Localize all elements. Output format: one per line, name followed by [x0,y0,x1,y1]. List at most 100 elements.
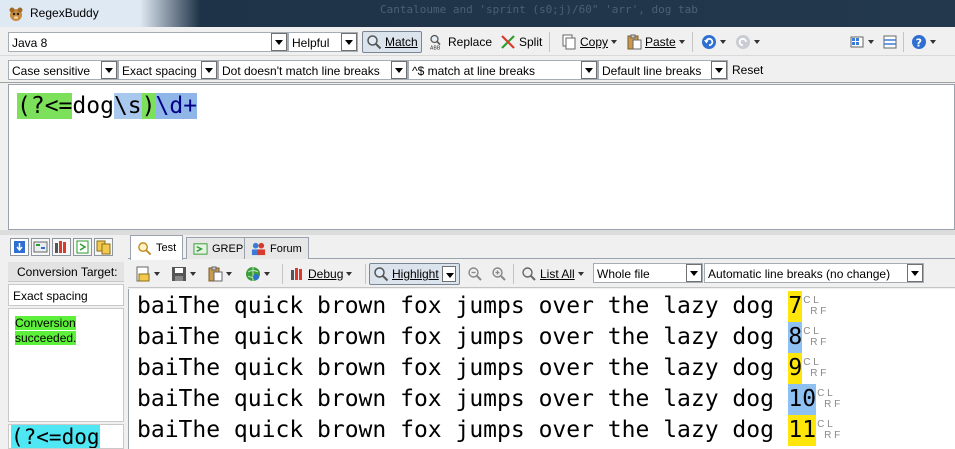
paste-icon [208,266,223,282]
flavor-dropdown-button[interactable] [271,33,287,51]
scope-select[interactable]: Whole file [593,263,703,283]
tab-test[interactable]: Test [130,235,184,260]
help-button[interactable]: ? [908,31,939,53]
line-break-marker-bottom: R F [824,430,841,441]
dot-select[interactable]: Dot doesn't match line breaks [218,60,408,80]
redo-dropdown-icon[interactable] [754,40,760,44]
save-dropdown-icon[interactable] [190,272,196,276]
help-dropdown-icon[interactable] [930,40,936,44]
mode-select[interactable]: Helpful [288,32,358,52]
spacing-value: Exact spacing [122,64,197,78]
line-breaks-select[interactable]: Default line breaks [598,60,728,80]
line-break-marker-top: C L [817,388,833,399]
regex-digit-token: \d+ [155,93,198,119]
new-test-button[interactable] [132,263,163,285]
web-test-button[interactable] [242,263,273,285]
reset-label: Reset [732,63,764,77]
flavor-select[interactable]: Java 8 [8,32,288,52]
paste-icon [627,34,642,50]
converted-regex[interactable]: (?<=dog [8,424,124,449]
test-subject-editor[interactable]: baiThe quick brown fox jumps over the la… [128,289,955,449]
anchors-dropdown-button[interactable] [581,61,597,79]
debug-dropdown-icon[interactable] [346,272,353,276]
regex-editor[interactable]: (?<=dog\s)\d+ [8,84,955,230]
save-test-button[interactable] [168,263,199,285]
view-dropdown-icon[interactable] [868,40,874,44]
convert-icon [96,240,111,255]
highlight-button[interactable]: Highlight [369,263,460,285]
match-button[interactable]: Match [362,31,422,53]
converted-regex-text: (?<=dog [11,425,100,449]
test-toolbar: Debug Highlight List All Whole file Auto… [128,260,955,288]
side-tab-library[interactable] [52,238,71,256]
case-dropdown-button[interactable] [101,61,117,79]
redo-button[interactable] [732,31,763,53]
line-break-marker-top: C L [817,419,833,430]
magnifier-icon [374,267,389,282]
dot-dropdown-button[interactable] [391,61,407,79]
conversion-message-line1: Conversion [15,316,76,330]
debug-label: Debug [308,267,344,281]
undo-dropdown-icon[interactable] [720,40,726,44]
undo-button[interactable] [698,31,729,53]
web-dropdown-icon[interactable] [264,272,270,276]
paste-test-dropdown-icon[interactable] [226,272,232,276]
magnifier-icon [138,241,152,255]
replace-button[interactable]: ABB Replace [426,31,495,53]
split-button[interactable]: Split [497,31,545,53]
conversion-message: Conversion succeeded. [15,316,91,346]
mode-dropdown-button[interactable] [341,33,357,51]
debug-button[interactable]: Debug [286,263,355,285]
line-break-marker-bottom: R F [810,306,827,317]
convert-panel: Conversion Target: Exact spacing Convers… [8,235,124,449]
conversion-target-select[interactable]: Exact spacing [8,284,124,306]
previous-match-button[interactable] [464,263,486,285]
paste-dropdown-icon[interactable] [678,40,685,44]
toolbar-separator [365,264,366,284]
spacing-select[interactable]: Exact spacing [118,60,218,80]
forum-users-icon [251,242,266,256]
paste-button[interactable]: Paste [623,31,688,53]
next-match-button[interactable] [488,263,510,285]
open-dropdown-icon[interactable] [154,272,160,276]
line-breaks-dropdown-button[interactable] [711,61,727,79]
highlight-label: Highlight [392,267,439,281]
replace-icon: ABB [430,34,441,50]
svg-text:?: ? [916,37,922,50]
line-break-marker-top: C L [803,295,819,306]
match-highlight: 9 [788,353,803,384]
split-label: Split [519,35,543,49]
create-icon [33,241,48,253]
highlight-dropdown-button[interactable] [441,266,456,282]
case-select[interactable]: Case sensitive [8,60,118,80]
dot-value: Dot doesn't match line breaks [222,64,380,78]
layout-button[interactable] [879,31,901,53]
list-all-dropdown-icon[interactable] [577,272,584,276]
anchors-select[interactable]: ^$ match at line breaks [408,60,598,80]
side-tab-history[interactable] [10,238,29,256]
side-tab-create[interactable] [31,238,50,256]
match-highlight: 8 [788,322,803,353]
main-toolbar: Java 8 Helpful Match ABB Replace Split C… [0,28,955,56]
line-break-markers: C LR F [803,357,826,379]
line-break-mode-select[interactable]: Automatic line breaks (no change) [704,263,924,283]
side-tab-use[interactable] [73,238,92,256]
line-break-mode-dropdown-button[interactable] [907,264,923,282]
view-options-button[interactable] [846,31,877,53]
paste-test-button[interactable] [204,263,235,285]
options-bar: Case sensitive Exact spacing Dot doesn't… [0,57,955,83]
copy-dropdown-icon[interactable] [611,40,618,44]
split-icon [501,35,515,49]
line-break-markers: C LR F [803,326,826,348]
tab-forum[interactable]: Forum [244,237,309,259]
list-all-button[interactable]: List All [518,263,587,285]
tab-grep[interactable]: GREP [186,237,251,259]
magnifier-icon [367,35,382,50]
scope-dropdown-button[interactable] [686,264,702,282]
spacing-dropdown-button[interactable] [201,61,217,79]
side-tab-convert[interactable] [94,238,113,256]
line-break-marker-bottom: R F [810,337,827,348]
copy-button[interactable]: Copy [558,31,620,53]
reset-button[interactable]: Reset [729,59,766,81]
toolbar-separator [282,264,283,284]
